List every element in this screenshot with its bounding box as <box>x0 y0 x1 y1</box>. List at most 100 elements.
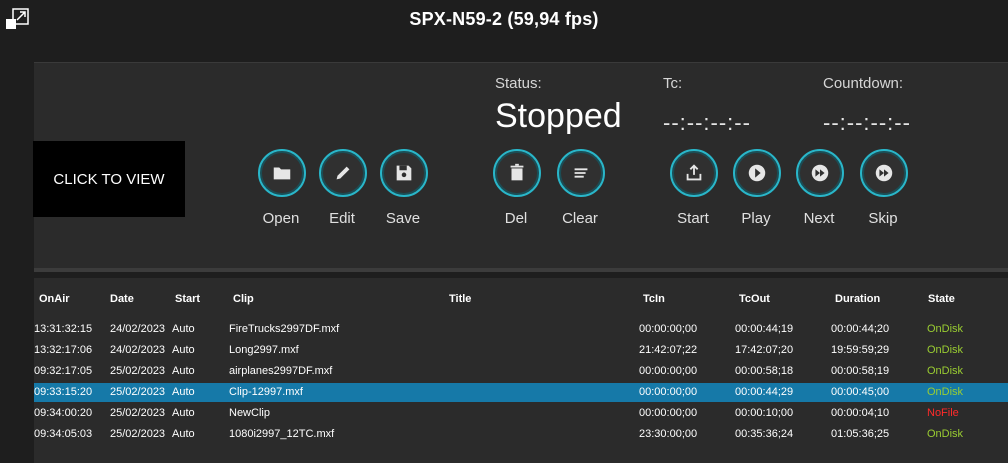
next-button[interactable] <box>796 149 844 197</box>
cell-tcout: 17:42:07;20 <box>735 344 794 356</box>
divider <box>34 268 1008 272</box>
cell-duration: 00:00:58;19 <box>831 365 890 377</box>
cell-start: Auto <box>172 428 195 440</box>
edit-label: Edit <box>329 210 355 227</box>
pencil-icon <box>336 166 350 180</box>
table-row[interactable]: 13:31:32:15 24/02/2023 Auto FireTrucks29… <box>34 320 1008 339</box>
preview-button[interactable]: CLICK TO VIEW <box>33 141 185 217</box>
cell-state: OnDisk <box>927 323 964 335</box>
cell-start: Auto <box>172 365 195 377</box>
cell-start: Auto <box>172 344 195 356</box>
cell-duration: 00:00:44;20 <box>831 323 890 335</box>
cell-tcin: 21:42:07;22 <box>639 344 698 356</box>
cell-clip: NewClip <box>229 407 270 419</box>
cell-date: 24/02/2023 <box>110 344 166 356</box>
cell-date: 25/02/2023 <box>110 407 166 419</box>
save-button[interactable] <box>380 149 428 197</box>
header-tcout[interactable]: TcOut <box>739 293 770 305</box>
cell-onair: 09:33:15:20 <box>34 386 93 398</box>
window-title: SPX-N59-2 (59,94 fps) <box>409 9 599 29</box>
table-row[interactable]: 09:34:00:20 25/02/2023 Auto NewClip 00:0… <box>34 404 1008 423</box>
header-title[interactable]: Title <box>449 293 471 305</box>
fast-forward-icon <box>811 164 829 182</box>
edit-button[interactable] <box>319 149 367 197</box>
tc-value: --:--:--:-- <box>663 110 751 135</box>
tc-label: Tc: <box>663 75 683 92</box>
cell-tcin: 00:00:00;00 <box>639 407 698 419</box>
save-label: Save <box>385 210 421 227</box>
cell-onair: 13:32:17:06 <box>34 344 93 356</box>
cell-start: Auto <box>172 386 195 398</box>
table-row[interactable]: 13:32:17:06 24/02/2023 Auto Long2997.mxf… <box>34 341 1008 360</box>
table-row[interactable]: 09:32:17:05 25/02/2023 Auto airplanes299… <box>34 362 1008 381</box>
upload-icon <box>686 164 702 181</box>
clear-list-icon <box>574 168 588 178</box>
folder-icon <box>273 167 291 180</box>
cell-state: NoFile <box>927 407 959 419</box>
skip-label: Skip <box>868 210 898 227</box>
cell-clip: airplanes2997DF.mxf <box>229 365 333 377</box>
header-clip[interactable]: Clip <box>233 293 254 305</box>
cell-date: 25/02/2023 <box>110 428 166 440</box>
cell-clip: FireTrucks2997DF.mxf <box>229 323 340 335</box>
cell-tcout: 00:00:44;19 <box>735 323 794 335</box>
cell-tcin: 00:00:00;00 <box>639 365 698 377</box>
skip-button[interactable] <box>860 149 908 197</box>
cell-onair: 09:32:17:05 <box>34 365 93 377</box>
cell-state: OnDisk <box>927 365 964 377</box>
play-label: Play <box>741 210 771 227</box>
cell-tcout: 00:00:44;29 <box>735 386 794 398</box>
cell-tcin: 00:00:00;00 <box>639 323 698 335</box>
cell-date: 24/02/2023 <box>110 323 166 335</box>
next-label: Next <box>803 210 835 227</box>
cell-date: 25/02/2023 <box>110 386 166 398</box>
title-bar: SPX-N59-2 (59,94 fps) <box>0 0 1008 38</box>
cell-onair: 09:34:00:20 <box>34 407 93 419</box>
cell-start: Auto <box>172 323 195 335</box>
table-row[interactable]: 09:34:05:03 25/02/2023 Auto 1080i2997_12… <box>34 425 1008 444</box>
header-state[interactable]: State <box>928 293 955 305</box>
cell-clip: Long2997.mxf <box>229 344 299 356</box>
header-date[interactable]: Date <box>110 293 134 305</box>
header-start[interactable]: Start <box>175 293 200 305</box>
header-duration[interactable]: Duration <box>835 293 880 305</box>
status-value: Stopped <box>495 97 622 135</box>
del-label: Del <box>504 210 528 227</box>
header-onair[interactable]: OnAir <box>39 293 70 305</box>
cell-tcin: 00:00:00;00 <box>639 386 698 398</box>
cell-date: 25/02/2023 <box>110 365 166 377</box>
cell-onair: 13:31:32:15 <box>34 323 93 335</box>
cell-tcin: 23:30:00;00 <box>639 428 698 440</box>
clear-button[interactable] <box>557 149 605 197</box>
floppy-icon <box>396 165 412 181</box>
cell-duration: 01:05:36;25 <box>831 428 890 440</box>
cell-clip: 1080i2997_12TC.mxf <box>229 428 335 440</box>
countdown-value: --:--:--:-- <box>823 110 911 135</box>
table-header: OnAir Date Start Clip Title TcIn TcOut D… <box>34 290 1008 308</box>
cell-clip: Clip-12997.mxf <box>229 386 303 398</box>
cell-tcout: 00:35:36;24 <box>735 428 794 440</box>
cell-duration: 19:59:59;29 <box>831 344 890 356</box>
cell-duration: 00:00:04;10 <box>831 407 890 419</box>
table-row-selected[interactable]: 09:33:15:20 25/02/2023 Auto Clip-12997.m… <box>34 383 1008 402</box>
play-button[interactable] <box>733 149 781 197</box>
status-label: Status: <box>495 75 542 92</box>
cell-state: OnDisk <box>927 344 964 356</box>
header-tcin[interactable]: TcIn <box>643 293 665 305</box>
play-icon <box>748 164 766 182</box>
cell-state: OnDisk <box>927 386 964 398</box>
playlist-table: OnAir Date Start Clip Title TcIn TcOut D… <box>34 278 1008 463</box>
trash-icon <box>510 163 524 181</box>
cell-onair: 09:34:05:03 <box>34 428 93 440</box>
clear-label: Clear <box>562 210 598 227</box>
start-button[interactable] <box>670 149 718 197</box>
skip-icon <box>875 164 893 182</box>
open-label: Open <box>262 210 300 227</box>
start-label: Start <box>677 210 709 227</box>
cell-tcout: 00:00:58;18 <box>735 365 794 377</box>
del-button[interactable] <box>493 149 541 197</box>
cell-tcout: 00:00:10;00 <box>735 407 794 419</box>
cell-start: Auto <box>172 407 195 419</box>
open-button[interactable] <box>258 149 306 197</box>
cell-state: OnDisk <box>927 428 964 440</box>
